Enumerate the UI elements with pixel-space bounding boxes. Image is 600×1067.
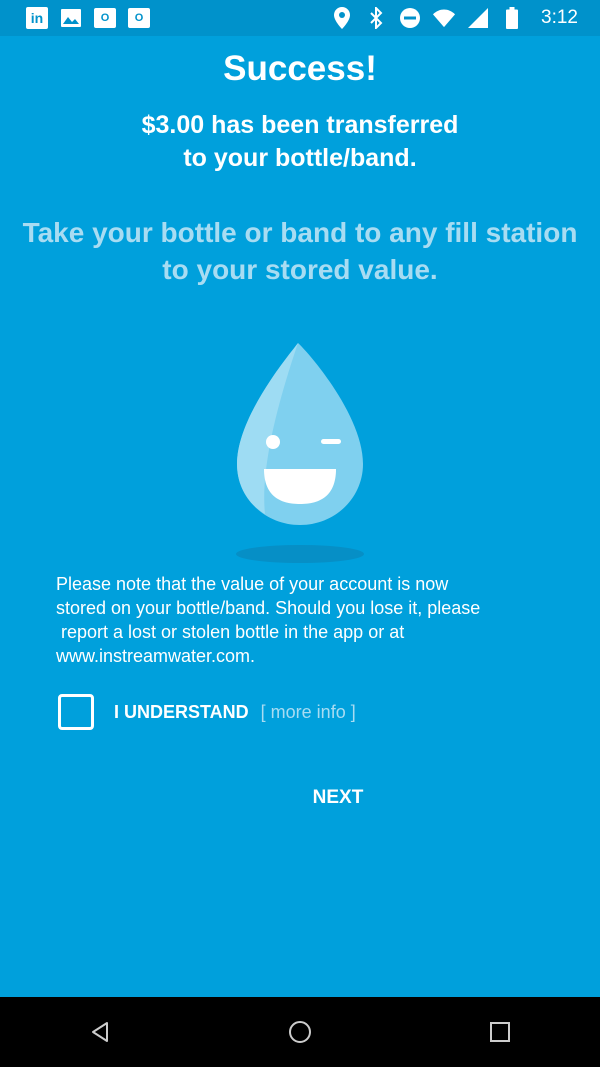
drop-eye-wink xyxy=(321,439,341,444)
main-content: Success! $3.00 has been transferred to y… xyxy=(0,36,600,997)
image-icon xyxy=(60,7,82,29)
navigation-bar xyxy=(0,997,600,1067)
battery-icon xyxy=(501,7,523,29)
transfer-line-2: to your bottle/band. xyxy=(183,144,417,172)
status-bar: in O O 3:12 xyxy=(0,0,600,36)
linkedin-icon-text: in xyxy=(26,7,48,29)
water-drop-wink-icon xyxy=(220,336,380,576)
understand-label: I UNDERSTAND xyxy=(114,701,249,722)
note-line-4: www.instreamwater.com. xyxy=(56,646,256,666)
instruction-line-1: Take your bottle or band to any fill sta… xyxy=(22,217,578,248)
home-icon[interactable] xyxy=(270,1002,330,1062)
wifi-icon xyxy=(433,7,456,29)
outlook-icon: O xyxy=(94,7,116,29)
system-icons: 3:12 xyxy=(331,7,578,29)
instruction-message: Take your bottle or band to any fill sta… xyxy=(0,214,600,288)
success-title: Success! xyxy=(223,49,377,88)
account-note: Please note that the value of your accou… xyxy=(56,572,556,668)
transfer-line-1: $3.00 has been transferred xyxy=(141,111,459,139)
note-line-3: report a lost or stolen bottle in the ap… xyxy=(56,622,405,642)
back-icon[interactable] xyxy=(70,1002,130,1062)
instruction-line-2: to your stored value. xyxy=(162,254,438,285)
more-info-link[interactable]: [ more info ] xyxy=(261,702,356,723)
location-icon xyxy=(331,7,353,29)
transfer-message: $3.00 has been transferred to your bottl… xyxy=(0,109,600,175)
understand-row: I UNDERSTAND [ more info ] xyxy=(58,694,356,730)
drop-eye-open xyxy=(266,435,280,449)
bluetooth-icon xyxy=(365,7,387,29)
signal-icon xyxy=(467,7,489,29)
linkedin-icon: in xyxy=(26,7,48,29)
outlook-icon: O xyxy=(128,7,150,29)
clock-time: 3:12 xyxy=(541,7,578,28)
note-line-2: stored on your bottle/band. Should you l… xyxy=(56,598,481,618)
outlook-icon-text: O xyxy=(94,8,116,28)
recents-icon[interactable] xyxy=(470,1002,530,1062)
do-not-disturb-icon xyxy=(399,7,421,29)
note-line-1: Please note that the value of your accou… xyxy=(56,574,449,594)
drop-shadow xyxy=(236,545,364,563)
outlook-icon-text: O xyxy=(128,8,150,28)
understand-checkbox[interactable] xyxy=(58,694,94,730)
notification-icons: in O O xyxy=(26,7,150,29)
next-button[interactable]: NEXT xyxy=(290,786,386,810)
